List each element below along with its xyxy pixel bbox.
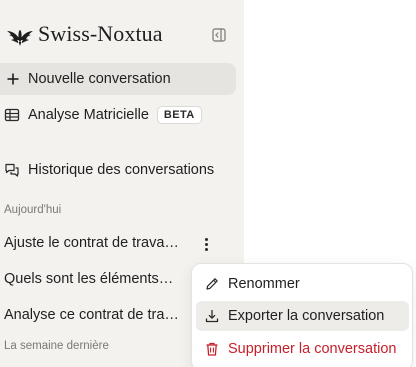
dot (204, 237, 208, 241)
new-conversation-button[interactable]: Nouvelle conversation (0, 63, 236, 95)
sidebar-item-label: Historique des conversations (28, 162, 215, 178)
conversation-item[interactable]: Analyse ce contrat de travail… (4, 307, 180, 323)
dot (204, 247, 208, 251)
trash-icon (206, 342, 218, 356)
beta-badge: BETA (156, 106, 202, 124)
sidebar-item-matrix-analysis[interactable]: Analyse Matricielle BETA (0, 106, 202, 124)
brand[interactable]: Swiss-Noxtua (6, 20, 163, 48)
menu-item-label: Renommer (228, 276, 300, 292)
sidebar-item-label: Analyse Matricielle (28, 107, 149, 123)
conversation-options-button[interactable] (196, 234, 216, 254)
export-menu-item[interactable]: Exporter la conversation (196, 301, 409, 331)
delete-menu-item[interactable]: Supprimer la conversation (196, 334, 409, 364)
menu-item-label: Supprimer la conversation (228, 341, 397, 357)
brand-name: Swiss-Noxtua (38, 21, 163, 46)
conversation-item[interactable]: Quels sont les éléments… (4, 271, 180, 287)
download-icon (205, 310, 219, 323)
brand-logo-icon (7, 30, 33, 46)
dot (204, 242, 208, 246)
plus-icon (7, 73, 19, 85)
pencil-icon (206, 278, 218, 290)
menu-item-label: Exporter la conversation (228, 308, 385, 324)
sidebar-item-history[interactable]: Historique des conversations (0, 162, 214, 178)
conversation-context-menu: Renommer Exporter la conversation Suppri… (191, 263, 413, 367)
new-conversation-label: Nouvelle conversation (28, 71, 171, 87)
conversation-item[interactable]: Ajuste le contrat de travail… (4, 235, 180, 251)
table-icon (4, 108, 20, 122)
collapse-sidebar-icon[interactable] (211, 27, 227, 43)
rename-menu-item[interactable]: Renommer (196, 269, 409, 299)
section-label-last-week: La semaine dernière (4, 340, 109, 352)
section-label-today: Aujourd'hui (4, 204, 62, 216)
chat-bubbles-icon (5, 163, 19, 177)
